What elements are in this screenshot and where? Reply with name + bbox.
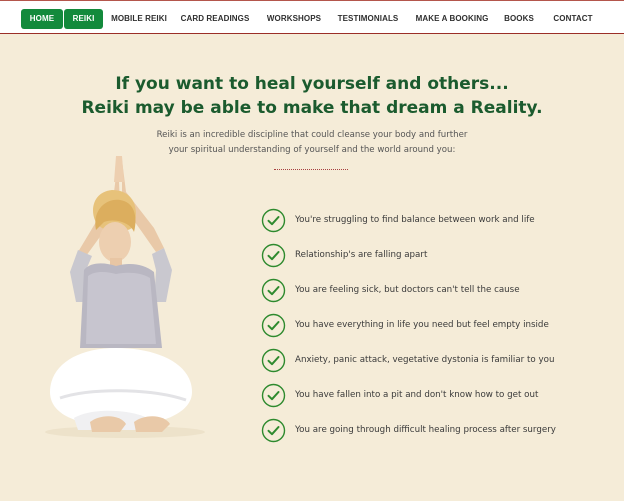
nav-item-contact[interactable]: CONTACT — [548, 9, 598, 29]
nav-item-reiki[interactable]: REIKI — [64, 9, 103, 29]
check-circle-icon — [261, 243, 286, 268]
nav-item-mobile-reiki[interactable]: MOBILE REIKI — [109, 9, 169, 29]
intro-line-1: Reiki is an incredible discipline that c… — [156, 130, 468, 140]
check-circle-icon — [261, 278, 286, 303]
intro-line-2: your spiritual understanding of yourself… — [168, 145, 456, 155]
nav-item-card-readings[interactable]: CARD READINGS — [180, 9, 250, 29]
list-item: You have fallen into a pit and don't kno… — [261, 383, 601, 408]
list-item-text: You are feeling sick, but doctors can't … — [295, 285, 520, 295]
check-circle-icon — [261, 383, 286, 408]
check-circle-icon — [261, 313, 286, 338]
dotted-divider — [274, 169, 348, 170]
list-item-text: You are going through difficult healing … — [295, 425, 556, 435]
check-circle-icon — [261, 418, 286, 443]
nav-item-home[interactable]: HOME — [21, 9, 63, 29]
nav-item-books[interactable]: BOOKS — [501, 9, 537, 29]
list-item: You are feeling sick, but doctors can't … — [261, 278, 601, 303]
list-item-text: You have fallen into a pit and don't kno… — [295, 390, 539, 400]
top-navigation: HOME REIKI MOBILE REIKI CARD READINGS WO… — [0, 0, 624, 34]
list-item: You have everything in life you need but… — [261, 313, 601, 338]
list-item-text: Relationship's are falling apart — [295, 250, 428, 260]
meditating-woman-image — [45, 156, 205, 438]
list-item: You're struggling to find balance betwee… — [261, 208, 601, 233]
check-circle-icon — [261, 208, 286, 233]
headline-line-2: Reiki may be able to make that dream a R… — [81, 98, 543, 118]
nav-item-testimonials[interactable]: TESTIMONIALS — [336, 9, 400, 29]
nav-item-make-a-booking[interactable]: MAKE A BOOKING — [412, 9, 492, 29]
list-item-text: Anxiety, panic attack, vegetative dyston… — [295, 355, 555, 365]
list-item: You are going through difficult healing … — [261, 418, 601, 443]
page-headline: If you want to heal yourself and others.… — [40, 72, 584, 120]
list-item: Anxiety, panic attack, vegetative dyston… — [261, 348, 601, 373]
list-item-text: You're struggling to find balance betwee… — [295, 215, 535, 225]
headline-line-1: If you want to heal yourself and others.… — [115, 74, 509, 94]
list-item: Relationship's are falling apart — [261, 243, 601, 268]
nav-item-workshops[interactable]: WORKSHOPS — [264, 9, 324, 29]
check-circle-icon — [261, 348, 286, 373]
list-item-text: You have everything in life you need but… — [295, 320, 549, 330]
